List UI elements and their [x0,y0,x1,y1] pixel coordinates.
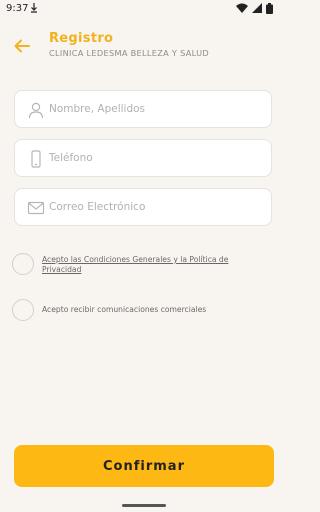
email-input[interactable] [49,189,259,225]
page-subtitle: CLINICA LEDESMA BELLEZA Y SALUD [49,48,210,58]
phone-field[interactable] [14,139,272,177]
gesture-nav-bar [0,498,288,512]
user-icon [28,102,44,119]
name-field[interactable] [14,90,272,128]
wifi-icon [236,3,248,13]
phone-icon [31,150,41,168]
terms-link[interactable]: Acepto las Condiciones Generales y la Po… [42,255,257,275]
back-arrow-icon[interactable] [12,36,32,56]
commercial-checkbox[interactable] [12,299,34,321]
confirm-button[interactable]: Confirmar [14,445,274,487]
home-indicator[interactable] [122,504,166,507]
status-time: 9:37 [6,3,29,14]
battery-icon [266,3,273,14]
terms-checkbox[interactable] [12,253,34,275]
signal-icon [252,3,262,13]
mail-icon [27,201,45,215]
name-input[interactable] [49,91,259,127]
status-bar: 9:37 [0,0,288,18]
page-title: Registro [49,31,114,46]
phone-input[interactable] [49,140,259,176]
email-field[interactable] [14,188,272,226]
download-icon [31,3,37,13]
commercial-label: Acepto recibir comunicaciones comerciale… [42,305,207,314]
